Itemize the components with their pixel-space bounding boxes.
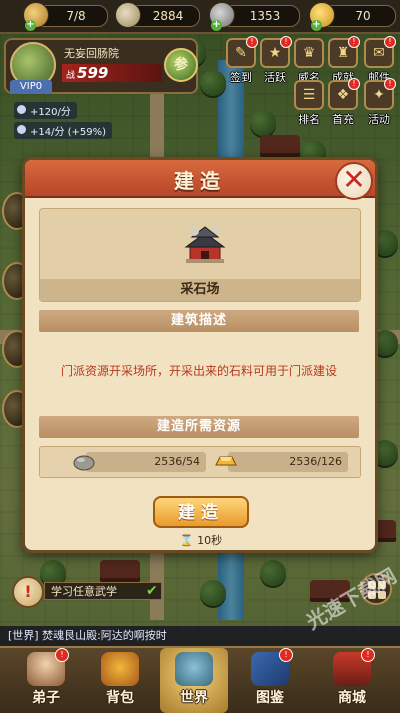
nav-label: 商城 [338,690,366,706]
notification-dot: ! [55,648,69,662]
quarry-building-icon [184,225,226,263]
menu-label: 首充 [332,113,354,126]
nav-backpack[interactable]: 背包 [86,648,154,713]
player-profile[interactable]: VIP0 无妄回肠院 战 599 参 [4,38,198,94]
scroll-icon [115,2,141,28]
nav-label: 图鉴 [256,690,284,706]
requirement-stone-value: 2536/54 [154,455,200,468]
plus-icon[interactable]: + [211,20,222,31]
menu-fame-button[interactable]: ♛ 威名 [292,38,326,85]
trophy-icon: ♜! [328,36,360,68]
building-preview: 采石场 [39,208,361,302]
nav-world[interactable]: 世界 [160,648,228,713]
menu-label: 排名 [298,113,320,126]
notification-dot: ! [279,648,293,662]
activity-icon: ★! [260,36,292,68]
income-rate-primary: +120/分 [14,102,77,119]
requirement-stone: 2536/54 [73,452,206,472]
build-button[interactable]: 建造 [153,496,249,528]
stone-icon [73,455,95,471]
menu-event-button[interactable]: ✦! 活动 [362,78,396,127]
close-icon[interactable]: ✕ [335,162,373,200]
mail-icon: ✉! [364,36,396,68]
resource-stamina-value: 7/8 [66,9,86,23]
power-value: 599 [77,64,109,82]
sect-name: 无妄回肠院 [64,47,119,60]
gift-icon: ❖! [328,78,360,110]
bag-icon [101,652,139,686]
check-icon: ✔ [146,583,158,599]
power-label: 战 [66,71,76,81]
nav-label: 世界 [180,690,208,706]
notification-dot: ! [384,78,396,90]
nav-label: 弟子 [32,690,60,706]
build-dialog: 建造 ✕ 采石场 建筑描述 门派资源开采场所，开采出来的石料可用于门派建设 建造… [22,157,378,553]
requirement-gold-value: 2536/126 [289,455,342,468]
event-icon: ✦! [364,78,396,110]
vip-badge[interactable]: VIP0 [10,80,52,94]
nav-disciples[interactable]: ! 弟子 [12,648,80,713]
requirements-list: 2536/54 2536/126 [39,446,361,478]
dialog-title: 建造 [174,169,226,193]
plus-icon[interactable]: + [25,20,36,31]
resource-coin[interactable]: + 1353 [209,2,300,31]
build-timer: ⌛ 10秒 [153,532,249,548]
dialog-header: 建造 [25,160,375,198]
quest-tracker[interactable]: 学习任意武学 [44,582,162,600]
bottom-nav: ! 弟子 背包 世界 ! 图鉴 ! 商城 [0,646,400,713]
requirement-gold: 2536/126 [215,452,348,472]
disciple-icon: ! [27,648,69,686]
notification-dot: ! [246,36,258,48]
resource-bar: + 7/8 2884 + 1353 + 70 [0,0,400,34]
book-icon: ! [251,648,293,686]
menu-label: 活跃 [264,71,286,84]
ranking-icon: ☰ [294,80,324,110]
notification-dot: ! [384,36,396,48]
menu-activity-button[interactable]: ★! 活跃 [258,36,292,85]
description-header: 建筑描述 [39,310,359,332]
resource-gold[interactable]: + 70 [309,2,396,31]
quest-alert-icon[interactable]: ! [12,576,44,608]
menu-label: 签到 [230,71,252,84]
resource-stamina[interactable]: + 7/8 [23,2,108,31]
resource-coin-value: 1353 [249,9,281,23]
resource-scroll-value: 2884 [152,9,184,23]
build-timer-value: 10秒 [197,534,223,547]
notification-dot: ! [348,36,360,48]
shop-icon: ! [333,648,375,686]
nav-codex[interactable]: ! 图鉴 [236,648,304,713]
notification-dot: ! [280,36,292,48]
sect-emblem-button[interactable]: 参 [164,48,198,82]
power-display: 战 599 [62,64,162,82]
notification-dot: ! [348,78,360,90]
crown-icon: ♛ [294,38,324,68]
plus-icon[interactable]: + [311,20,322,31]
notification-dot: ! [361,648,375,662]
resource-scroll[interactable]: 2884 [115,2,200,28]
gold-ingot-icon [215,456,237,466]
resource-gold-value: 70 [355,9,371,23]
building-description: 门派资源开采场所，开采出来的石料可用于门派建设 [60,364,337,378]
menu-label: 活动 [368,113,390,126]
menu-signin-button[interactable]: ✎! 签到 [224,36,258,85]
world-chat-ticker[interactable]: [世界] 焚魂艮山殿:阿达的啊按时 [0,626,400,646]
world-map-icon [175,652,213,686]
nav-label: 背包 [106,690,134,706]
menu-ranking-button[interactable]: ☰ 排名 [292,80,326,127]
menu-first-recharge-button[interactable]: ❖! 首充 [326,78,360,127]
income-rate-secondary: +14/分 (+59%) [14,122,113,139]
hourglass-icon: ⌛ [179,534,194,547]
requirements-header: 建造所需资源 [39,416,359,438]
calendar-icon: ✎! [226,36,258,68]
building-name: 采石场 [40,279,360,301]
nav-shop[interactable]: ! 商城 [318,648,386,713]
